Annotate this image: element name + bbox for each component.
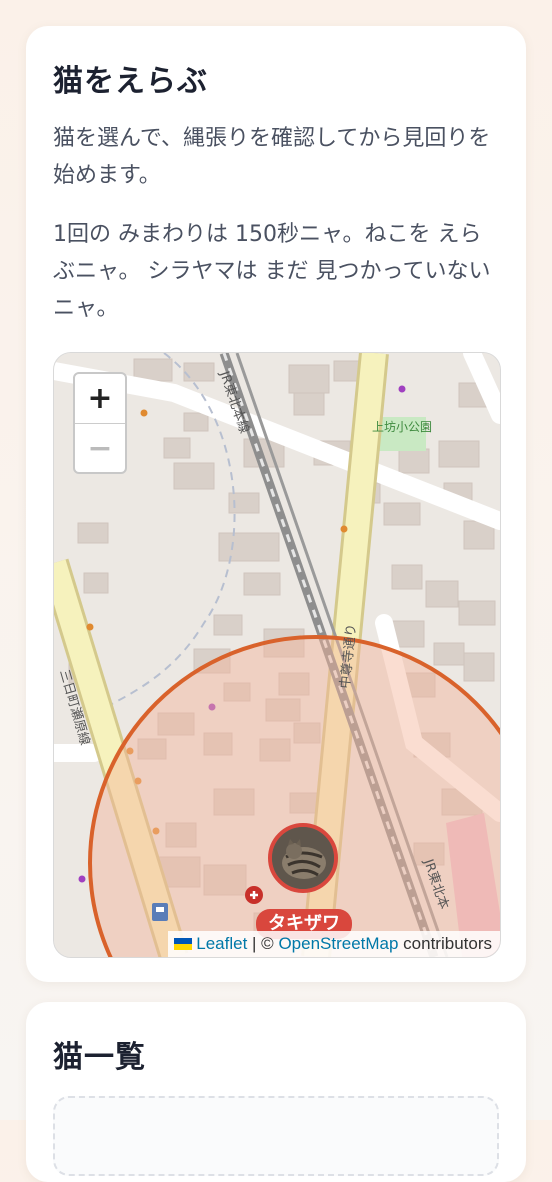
section-description: 猫を選んで、縄張りを確認してから見回りを始めます。 [53, 126, 491, 188]
cat-marker[interactable] [268, 823, 338, 893]
section-title: 猫一覧 [53, 1040, 146, 1075]
cat-list-card: 猫一覧 [26, 1002, 526, 1182]
fuel-icon [152, 903, 168, 921]
cat-select-card: 猫をえらぶ 猫を選んで、縄張りを確認してから見回りを始めます。 1回の みまわり… [26, 26, 526, 982]
section-title: 猫をえらぶ [53, 64, 208, 99]
attribution-suffix: contributors [398, 934, 492, 953]
cat-photo [272, 827, 334, 889]
hospital-icon [245, 886, 263, 904]
ukraine-flag-icon [174, 938, 193, 950]
osm-link[interactable]: OpenStreetMap [278, 934, 398, 953]
zoom-in-button[interactable]: + [75, 374, 125, 424]
park-label: 上坊小公園 [372, 419, 432, 434]
zoom-out-button[interactable]: − [75, 424, 125, 472]
leaflet-link[interactable]: Leaflet [196, 934, 247, 953]
cat-list-placeholder [53, 1096, 499, 1176]
map-attribution: Leaflet | © OpenStreetMap contributors [168, 931, 500, 957]
territory-map[interactable]: JR東北本線 JR東北本 三日町瀬原線 中尊寺通り 上坊小公園 + − タキザワ… [53, 352, 501, 958]
zoom-control: + − [73, 372, 127, 474]
attribution-separator: | © [247, 934, 279, 953]
patrol-hint: 1回の みまわりは 150秒ニャ。ねこを えらぶニャ。 シラヤマは まだ 見つか… [53, 222, 491, 321]
